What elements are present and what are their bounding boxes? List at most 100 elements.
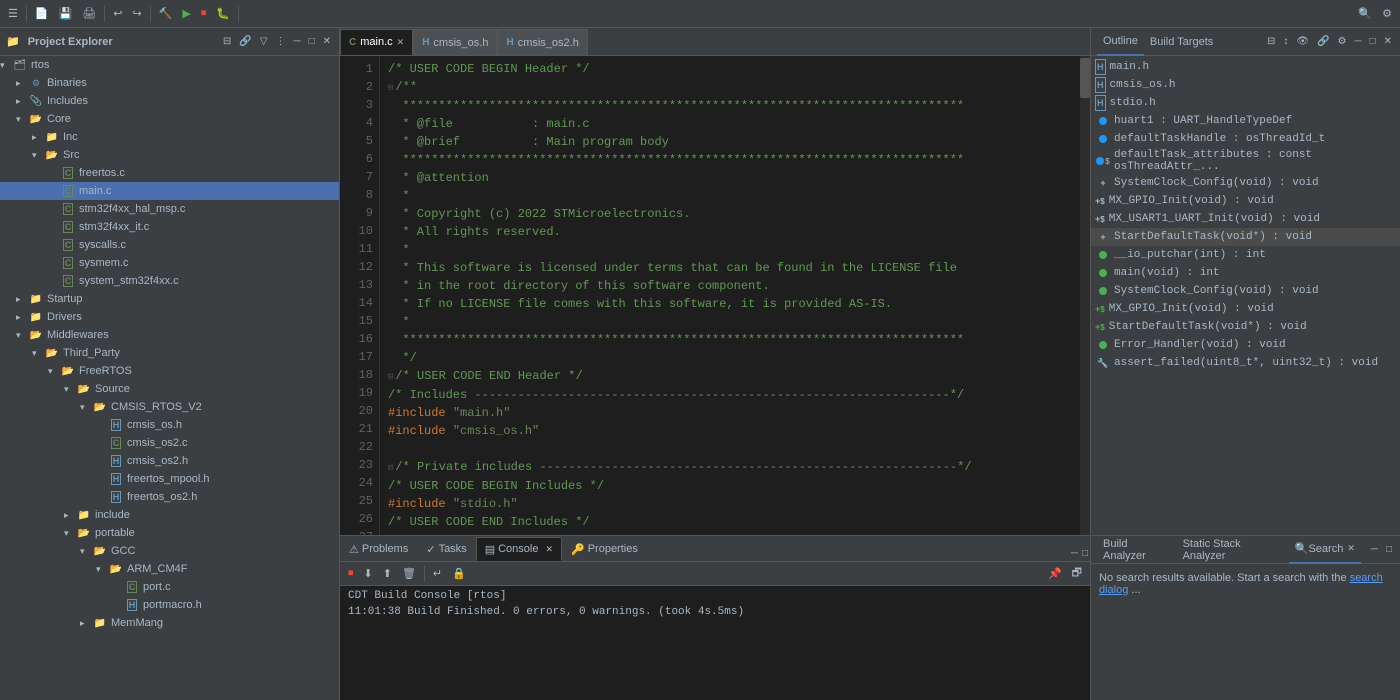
outline-item-Error_Handler[interactable]: Error_Handler(void) : void xyxy=(1091,336,1400,354)
tree-item-inc[interactable]: ▸📁Inc xyxy=(0,128,339,146)
outline-item-SystemClock_Config2[interactable]: SystemClock_Config(void) : void xyxy=(1091,282,1400,300)
toolbar-print-btn[interactable]: 🖨 xyxy=(78,5,100,22)
outline-settings-btn[interactable]: ⚙ xyxy=(1336,34,1349,49)
tree-item-freertos_mpool_h[interactable]: Hfreertos_mpool.h xyxy=(0,470,339,488)
tree-item-portmacro_h[interactable]: Hportmacro.h xyxy=(0,596,339,614)
view-menu-btn[interactable]: ⋮ xyxy=(273,34,287,49)
tree-item-cmsis_rtos_v2[interactable]: ▾📂CMSIS_RTOS_V2 xyxy=(0,398,339,416)
outline-item-main_h[interactable]: Hmain.h xyxy=(1091,58,1400,76)
toolbar-redo-btn[interactable]: ↪ xyxy=(128,5,145,22)
tree-item-freertos_os2_h[interactable]: Hfreertos_os2.h xyxy=(0,488,339,506)
tree-item-sysmem_c[interactable]: Csysmem.c xyxy=(0,254,339,272)
tree-item-drivers[interactable]: ▸📁Drivers xyxy=(0,308,339,326)
tree-item-includes[interactable]: ▸📎Includes xyxy=(0,92,339,110)
console-scroll-lock-btn[interactable]: ⬇ xyxy=(360,565,377,582)
tree-item-freertos[interactable]: ▾📂FreeRTOS xyxy=(0,362,339,380)
outline-item-assert_failed[interactable]: 🔧assert_failed(uint8_t*, uint32_t) : voi… xyxy=(1091,354,1400,372)
console-stop-btn[interactable]: ⏹ xyxy=(344,565,358,582)
console-new-window-btn[interactable]: 🗗 xyxy=(1068,562,1086,585)
search-maximize-btn[interactable]: □ xyxy=(1384,542,1394,557)
tree-item-system_stm32f4xx_c[interactable]: Csystem_stm32f4xx.c xyxy=(0,272,339,290)
outline-item-StartDefaultTask2[interactable]: +$StartDefaultTask(void*) : void xyxy=(1091,318,1400,336)
tab-tasks[interactable]: ✓ Tasks xyxy=(417,537,475,561)
outline-close-btn[interactable]: ✕ xyxy=(1382,34,1394,49)
outline-item-stdio_h[interactable]: Hstdio.h xyxy=(1091,94,1400,112)
tree-item-freertos_c[interactable]: Cfreertos.c xyxy=(0,164,339,182)
minimize-explorer-btn[interactable]: ─ xyxy=(291,34,302,49)
tab-outline[interactable]: Outline xyxy=(1097,28,1144,56)
tree-item-src[interactable]: ▾📂Src xyxy=(0,146,339,164)
console-word-wrap-btn[interactable]: ↵ xyxy=(429,565,446,582)
tree-item-memmang[interactable]: ▸📁MemMang xyxy=(0,614,339,632)
outline-item-io_putchar[interactable]: __io_putchar(int) : int xyxy=(1091,246,1400,264)
search-minimize-btn[interactable]: ─ xyxy=(1369,542,1380,557)
outline-hide-btn[interactable]: 👁 xyxy=(1294,34,1311,49)
link-with-editor-btn[interactable]: 🔗 xyxy=(237,34,253,49)
tab-build-analyzer[interactable]: Build Analyzer xyxy=(1097,536,1177,564)
code-content[interactable]: /* USER CODE BEGIN Header */⊟/** *******… xyxy=(380,56,1080,535)
outline-item-MX_GPIO_Init_1[interactable]: +$MX_GPIO_Init(void) : void xyxy=(1091,192,1400,210)
outline-item-main[interactable]: main(void) : int xyxy=(1091,264,1400,282)
tree-item-middlewares[interactable]: ▾📂Middlewares xyxy=(0,326,339,344)
tab-main-c[interactable]: C main.c ✕ xyxy=(340,29,413,55)
tab-cmsis-os-h[interactable]: H cmsis_os.h xyxy=(413,29,497,55)
tree-item-third_party[interactable]: ▾📂Third_Party xyxy=(0,344,339,362)
outline-item-MX_USART1_UART_Init[interactable]: +$MX_USART1_UART_Init(void) : void xyxy=(1091,210,1400,228)
tab-static-stack[interactable]: Static Stack Analyzer xyxy=(1177,536,1289,564)
tree-item-core[interactable]: ▾📂Core xyxy=(0,110,339,128)
outline-item-defaultTask_attr[interactable]: $defaultTask_attributes : const osThread… xyxy=(1091,148,1400,174)
console-minimize-btn[interactable]: ─ xyxy=(1069,546,1080,561)
tab-search[interactable]: 🔍 Search ✕ xyxy=(1289,536,1361,564)
outline-sort-btn[interactable]: ↕ xyxy=(1281,34,1290,49)
tree-item-arm_cm4f[interactable]: ▾📂ARM_CM4F xyxy=(0,560,339,578)
outline-item-SystemClock_Config[interactable]: +SystemClock_Config(void) : void xyxy=(1091,174,1400,192)
outline-item-cmsis_os_h[interactable]: Hcmsis_os.h xyxy=(1091,76,1400,94)
outline-maximize-btn[interactable]: □ xyxy=(1368,34,1378,49)
maximize-explorer-btn[interactable]: □ xyxy=(307,34,317,49)
tab-cmsis-os2-h[interactable]: H cmsis_os2.h xyxy=(497,29,587,55)
outline-item-StartDefaultTask[interactable]: +StartDefaultTask(void*) : void xyxy=(1091,228,1400,246)
tab-main-c-close[interactable]: ✕ xyxy=(397,37,405,48)
toolbar-search-btn[interactable]: 🔍 xyxy=(1354,5,1376,22)
tree-item-cmsis_os2_h[interactable]: Hcmsis_os2.h xyxy=(0,452,339,470)
tree-item-cmsis_os2_c[interactable]: Ccmsis_os2.c xyxy=(0,434,339,452)
toolbar-save-btn[interactable]: 💾 xyxy=(55,5,77,22)
tree-item-syscalls_c[interactable]: Csyscalls.c xyxy=(0,236,339,254)
tab-console-close[interactable]: ✕ xyxy=(545,544,553,555)
tab-console[interactable]: ▤ Console ✕ xyxy=(476,537,562,561)
tree-item-cmsis_os_h_1[interactable]: Hcmsis_os.h xyxy=(0,416,339,434)
toolbar-menu-btn[interactable]: ☰ xyxy=(4,5,22,22)
toolbar-run-btn[interactable]: ▶ xyxy=(178,5,194,22)
tree-item-include[interactable]: ▸📁include xyxy=(0,506,339,524)
outline-link-btn[interactable]: 🔗 xyxy=(1315,34,1331,49)
tree-item-port_c[interactable]: Cport.c xyxy=(0,578,339,596)
tab-properties[interactable]: 🔑 Properties xyxy=(562,537,647,561)
console-scroll-up-btn[interactable]: ⬆ xyxy=(379,565,396,582)
tree-item-main_c[interactable]: Cmain.c xyxy=(0,182,339,200)
toolbar-new-btn[interactable]: 📄 xyxy=(31,5,53,22)
editor-scrollbar[interactable] xyxy=(1080,56,1090,535)
filter-btn[interactable]: ▽ xyxy=(258,34,270,49)
console-clear-btn[interactable]: 🗑 xyxy=(398,565,420,582)
tree-item-stm32f4xx_it_c[interactable]: Cstm32f4xx_it.c xyxy=(0,218,339,236)
toolbar-debug-btn[interactable]: 🐛 xyxy=(212,5,234,22)
collapse-all-btn[interactable]: ⊟ xyxy=(221,34,233,49)
tree-item-portable[interactable]: ▾📂portable xyxy=(0,524,339,542)
toolbar-stop-btn[interactable]: ⏹ xyxy=(197,5,211,22)
tree-item-stm32f4xx_hal_msp_c[interactable]: Cstm32f4xx_hal_msp.c xyxy=(0,200,339,218)
tab-problems[interactable]: ⚠ Problems xyxy=(340,537,417,561)
search-close-btn[interactable]: ✕ xyxy=(1347,543,1355,554)
console-maximize-btn[interactable]: □ xyxy=(1080,546,1090,561)
tree-item-source[interactable]: ▾📂Source xyxy=(0,380,339,398)
close-explorer-btn[interactable]: ✕ xyxy=(321,34,333,49)
tree-item-gcc[interactable]: ▾📂GCC xyxy=(0,542,339,560)
tree-item-startup[interactable]: ▸📁Startup xyxy=(0,290,339,308)
console-pin-btn[interactable]: 📌 xyxy=(1044,565,1066,582)
toolbar-build-btn[interactable]: 🔨 xyxy=(155,5,177,22)
tab-build-targets[interactable]: Build Targets xyxy=(1144,28,1219,56)
outline-minimize-btn[interactable]: ─ xyxy=(1352,34,1363,49)
tree-item-binaries[interactable]: ▸⚙Binaries xyxy=(0,74,339,92)
tree-item-rtos[interactable]: ▾🗂rtos xyxy=(0,56,339,74)
outline-collapse-btn[interactable]: ⊟ xyxy=(1265,34,1277,49)
toolbar-undo-btn[interactable]: ↩ xyxy=(109,5,126,22)
